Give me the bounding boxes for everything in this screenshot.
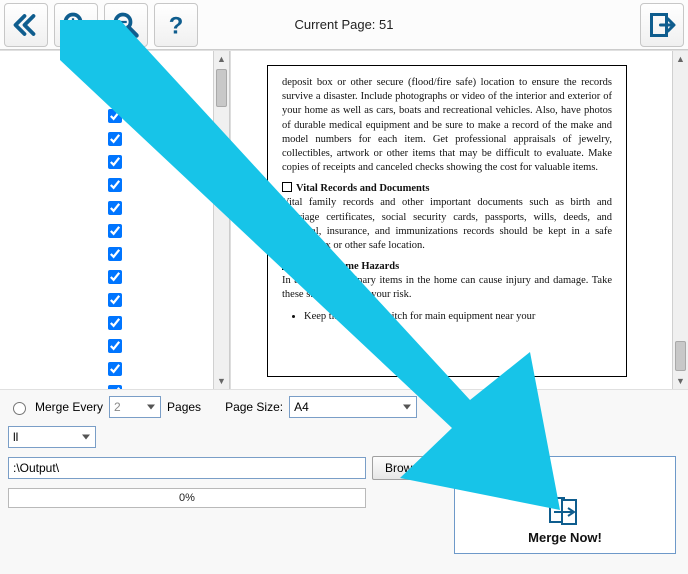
merge-page-checkbox[interactable]: [108, 155, 122, 169]
page-size-select[interactable]: A4: [289, 396, 417, 418]
browse-button[interactable]: Browse: [372, 456, 438, 480]
pages-label: Pages: [167, 400, 201, 414]
zoom-out-icon: [111, 10, 141, 40]
merge-now-button[interactable]: Merge Now!: [454, 456, 676, 554]
scroll-up-icon[interactable]: ▲: [214, 51, 229, 67]
merge-page-checkbox[interactable]: [108, 201, 122, 215]
merge-now-label: Merge Now!: [528, 530, 602, 545]
merge-page-checkbox[interactable]: [108, 178, 122, 192]
back-button[interactable]: [4, 3, 48, 47]
document-preview: deposit box or other secure (flood/fire …: [267, 65, 627, 377]
page-size-value: A4: [294, 400, 309, 414]
merge-pages-icon: [548, 496, 582, 526]
merge-page-checkbox[interactable]: [108, 316, 122, 330]
doc-paragraph: deposit box or other secure (flood/fire …: [282, 76, 612, 175]
preview-pane: deposit box or other secure (flood/fire …: [230, 51, 688, 389]
progress-text: 0%: [179, 492, 195, 504]
merge-page-checkbox[interactable]: [108, 385, 122, 389]
doc-section: Reduce Home Hazards In a disaster, ordin…: [282, 260, 612, 303]
back-arrows-icon: [11, 10, 41, 40]
merge-page-checkbox[interactable]: [108, 270, 122, 284]
exit-button[interactable]: [640, 3, 684, 47]
toolbar: ? Current Page: 51: [0, 0, 688, 50]
page-list-pane: Merge ▲ ▼: [0, 51, 230, 389]
merge-page-checkbox[interactable]: [108, 339, 122, 353]
doc-section-title: Reduce Home Hazards: [296, 260, 399, 274]
output-path-input[interactable]: [8, 457, 366, 479]
page-size-label: Page Size:: [225, 400, 283, 414]
right-scrollbar[interactable]: ▲ ▼: [672, 51, 688, 389]
progress-bar: 0%: [8, 488, 366, 508]
question-icon: ?: [161, 10, 191, 40]
filter-row: ll: [8, 426, 680, 448]
merge-every-count-select[interactable]: 2: [109, 396, 161, 418]
merge-page-checkbox[interactable]: [108, 224, 122, 238]
exit-icon: [647, 10, 677, 40]
current-page-prefix: Current Page:: [294, 17, 375, 32]
merge-page-checkbox[interactable]: [108, 362, 122, 376]
scroll-thumb[interactable]: [216, 69, 227, 107]
zoom-out-button[interactable]: [104, 3, 148, 47]
scroll-down-icon[interactable]: ▼: [673, 373, 688, 389]
doc-bullet-list: Keep the shut-off switch for main equipm…: [304, 310, 612, 324]
zoom-in-icon: [61, 10, 91, 40]
zoom-in-button[interactable]: [54, 3, 98, 47]
doc-section: Vital Records and Documents Vital family…: [282, 182, 612, 253]
merge-every-label: Merge Every: [35, 400, 103, 414]
merge-page-checkbox[interactable]: [108, 293, 122, 307]
checkbox-glyph-icon: [282, 182, 292, 192]
doc-bullet: Keep the shut-off switch for main equipm…: [304, 310, 612, 324]
scroll-down-icon[interactable]: ▼: [214, 373, 229, 389]
doc-section-body: Vital family records and other important…: [282, 197, 612, 251]
filter-value: ll: [13, 430, 18, 444]
filter-select[interactable]: ll: [8, 426, 96, 448]
merge-column-header: Merge: [104, 59, 141, 74]
svg-text:?: ?: [169, 12, 184, 39]
left-scrollbar[interactable]: ▲ ▼: [213, 51, 229, 389]
doc-section-title: Vital Records and Documents: [296, 182, 429, 196]
merge-page-checkbox[interactable]: [108, 86, 122, 100]
merge-page-checkbox[interactable]: [108, 109, 122, 123]
merge-options-row: Merge Every 2 Pages Page Size: A4: [8, 396, 680, 418]
scroll-up-icon[interactable]: ▲: [673, 51, 688, 67]
merge-page-checkbox[interactable]: [108, 247, 122, 261]
current-page-value: 51: [379, 17, 393, 32]
merge-checkbox-column: [104, 83, 125, 389]
main-area: Merge ▲ ▼ deposit box or other secure (f…: [0, 50, 688, 390]
doc-section-body: In a disaster, ordinary items in the hom…: [282, 275, 612, 300]
merge-every-value: 2: [114, 400, 121, 414]
merge-page-checkbox[interactable]: [108, 132, 122, 146]
help-button[interactable]: ?: [154, 3, 198, 47]
checkbox-glyph-icon: [282, 260, 292, 270]
merge-every-radio[interactable]: [13, 402, 26, 415]
scroll-thumb[interactable]: [675, 341, 686, 371]
